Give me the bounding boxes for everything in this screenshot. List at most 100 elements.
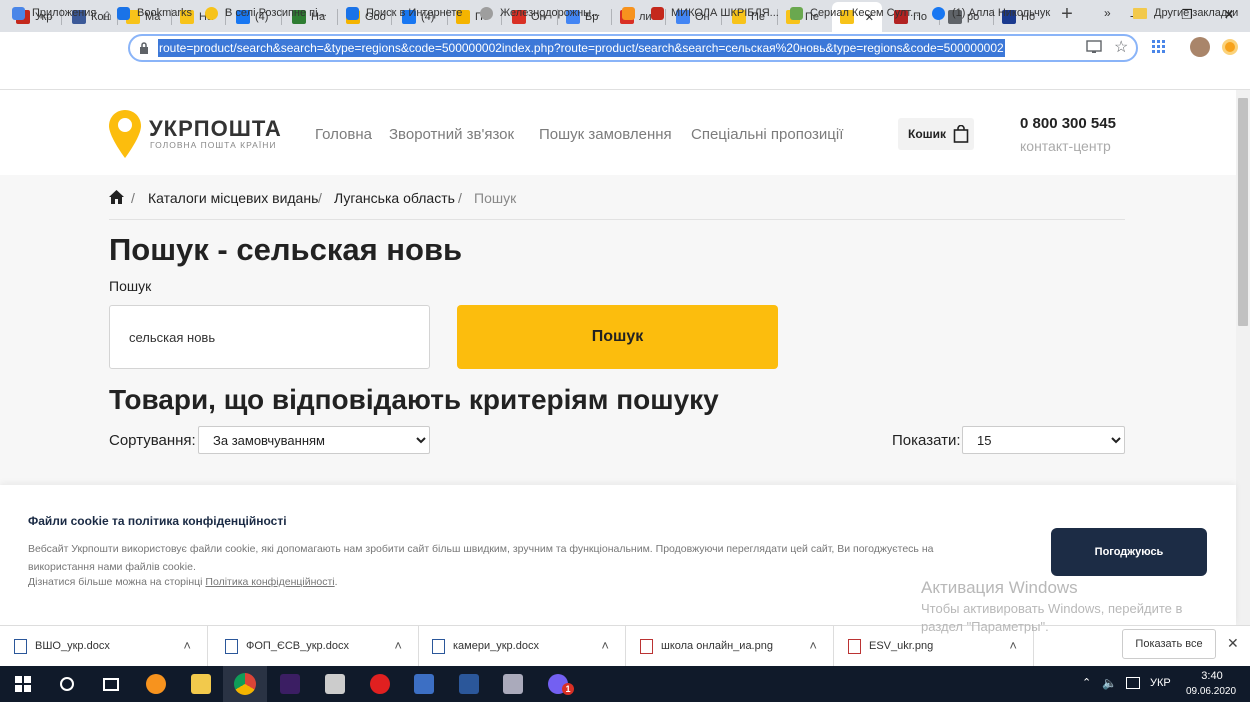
file-explorer-icon-glyph: [191, 674, 211, 694]
bookmark-item[interactable]: Bookmarks: [117, 5, 192, 21]
volume-icon[interactable]: 🔈: [1102, 676, 1117, 690]
cookie-more-suffix: .: [334, 576, 338, 588]
bookmark-item[interactable]: Железнодорожны...: [480, 5, 600, 21]
cart-button[interactable]: Кошик: [898, 118, 974, 150]
ukrposhta-logo-icon[interactable]: [109, 110, 141, 158]
profile-avatar[interactable]: [1190, 37, 1210, 57]
scrollbar-thumb[interactable]: [1238, 98, 1248, 326]
premiere-icon-glyph: [280, 674, 300, 694]
search-icon: [346, 6, 359, 20]
nav-special-offers[interactable]: Спеціальні пропозиції: [691, 126, 843, 143]
tray-up-icon[interactable]: ⌃: [1082, 676, 1091, 689]
windows-start-icon-glyph: [15, 676, 31, 692]
show-all-downloads-button[interactable]: Показать все: [1122, 629, 1216, 659]
logo-title[interactable]: УКРПОШТА: [149, 116, 282, 142]
tv-icon: [790, 6, 803, 20]
other-bookmarks[interactable]: Другие закладки: [1133, 5, 1238, 21]
cookie-more-prefix: Дізнатися більше можна на сторінці: [28, 576, 206, 588]
camera-app-icon[interactable]: [313, 666, 357, 702]
breadcrumb-separator: /: [318, 190, 322, 206]
search-input-value: сельская новь: [129, 330, 216, 345]
premiere-icon[interactable]: [268, 666, 312, 702]
bookmark-label: Сериал Кесем Султ...: [810, 7, 920, 19]
show-count-select[interactable]: 15: [962, 426, 1125, 454]
opera-icon[interactable]: [358, 666, 402, 702]
search-button[interactable]: Пошук: [457, 305, 778, 369]
save-app-icon[interactable]: [402, 666, 446, 702]
shopping-bag-icon: [953, 124, 969, 143]
chevron-up-icon[interactable]: ˄: [1009, 638, 1017, 653]
bookmark-label: Bookmarks: [137, 7, 193, 19]
divider: [109, 219, 1125, 220]
app-icon[interactable]: [134, 666, 178, 702]
home-breadcrumb-icon[interactable]: [109, 190, 124, 204]
windows-watermark-line1: Чтобы активировать Windows, перейдите в: [921, 601, 1183, 616]
language-indicator[interactable]: УКР: [1150, 677, 1171, 689]
extensions-grid-icon[interactable]: [1152, 40, 1166, 54]
file-icon: [14, 638, 27, 654]
chevron-up-icon[interactable]: ˄: [394, 638, 402, 653]
file-icon: [640, 638, 653, 654]
flag-icon: [651, 6, 664, 20]
task-view-icon[interactable]: [89, 666, 133, 702]
task-view-icon-glyph: [103, 677, 119, 691]
search-label: Пошук: [109, 278, 152, 294]
download-item[interactable]: камери_укр.docx ˄: [418, 626, 626, 666]
bookmark-star-icon[interactable]: ☆: [1114, 37, 1128, 57]
nav-home[interactable]: Головна: [315, 126, 372, 143]
file-icon: [225, 638, 238, 654]
update-icon[interactable]: [1222, 39, 1238, 55]
breadcrumb-region[interactable]: Луганська область: [334, 190, 455, 206]
sort-label: Сортування:: [109, 432, 196, 449]
bookmark-item[interactable]: [622, 5, 642, 21]
nav-order-search[interactable]: Пошук замовлення: [539, 126, 672, 143]
cookie-more: Дізнатися більше можна на сторінці Політ…: [28, 576, 338, 588]
download-item[interactable]: ФОП_ЄСВ_укр.docx ˄: [211, 626, 419, 666]
phone-number[interactable]: 0 800 300 545: [1020, 115, 1116, 132]
search-input[interactable]: сельская новь: [109, 305, 430, 369]
url-text[interactable]: route=product/search&search=&type=region…: [158, 39, 1005, 57]
bookmark-item[interactable]: (1) Алла Никольчук: [932, 5, 1050, 21]
scanner-icon[interactable]: [491, 666, 535, 702]
chevron-up-icon[interactable]: ˄: [183, 638, 191, 653]
accept-cookies-button[interactable]: Погоджуюсь: [1051, 528, 1207, 576]
app-icon-glyph: [146, 674, 166, 694]
bookmark-label: (1) Алла Никольчук: [952, 7, 1051, 19]
word-icon[interactable]: [447, 666, 491, 702]
chrome-icon[interactable]: [223, 666, 267, 702]
breadcrumb-separator: /: [458, 190, 462, 206]
bookmark-item[interactable]: Поиск в Интернете: [346, 5, 462, 21]
bookmark-label: В селі Розсипне пі...: [225, 7, 327, 19]
sort-select[interactable]: За замовчуванням: [198, 426, 430, 454]
search-icon[interactable]: [45, 666, 89, 702]
windows-start-icon[interactable]: [1, 666, 45, 702]
clock-time[interactable]: 3:40: [1192, 670, 1232, 682]
bookmark-label: МИКОЛА ШКРІБЛЯ...: [671, 7, 779, 19]
nav-feedback[interactable]: Зворотний зв'язок: [389, 126, 514, 143]
download-file-name: ESV_ukr.png: [869, 640, 934, 652]
viber-icon[interactable]: 1: [536, 666, 580, 702]
breadcrumb-catalogs[interactable]: Каталоги місцевих видань: [148, 190, 318, 206]
bookmark-item[interactable]: В селі Розсипне пі...: [205, 5, 327, 21]
lock-icon[interactable]: [139, 41, 149, 54]
new-tab-button[interactable]: +: [1056, 3, 1078, 27]
chevron-up-icon[interactable]: ˄: [809, 638, 817, 653]
ok-icon: [622, 6, 635, 20]
bookmark-label: Поиск в Интернете: [366, 7, 463, 19]
clock-date[interactable]: 09.06.2020: [1183, 686, 1239, 697]
bookmark-item[interactable]: Сериал Кесем Султ...: [790, 5, 919, 21]
chevron-up-icon[interactable]: ˄: [601, 638, 609, 653]
download-item[interactable]: ВШО_укр.docx ˄: [0, 626, 208, 666]
privacy-policy-link[interactable]: Політика конфіденційності: [205, 576, 334, 588]
action-center-icon[interactable]: [1126, 677, 1140, 689]
page-title: Пошук - сельская новь: [109, 232, 463, 267]
bookmark-item[interactable]: Приложения: [12, 5, 96, 21]
close-downloads-icon[interactable]: ✕: [1227, 635, 1239, 652]
cookie-text: Вебсайт Укрпошти використовує файли cook…: [28, 543, 934, 573]
breadcrumb-current: Пошук: [474, 190, 517, 206]
download-item[interactable]: школа онлайн_иа.png ˄: [626, 626, 834, 666]
cast-icon[interactable]: [1086, 40, 1102, 54]
bookmark-item[interactable]: МИКОЛА ШКРІБЛЯ...: [651, 5, 779, 21]
bookmarks-more-icon[interactable]: »: [1104, 5, 1111, 21]
file-explorer-icon[interactable]: [179, 666, 223, 702]
